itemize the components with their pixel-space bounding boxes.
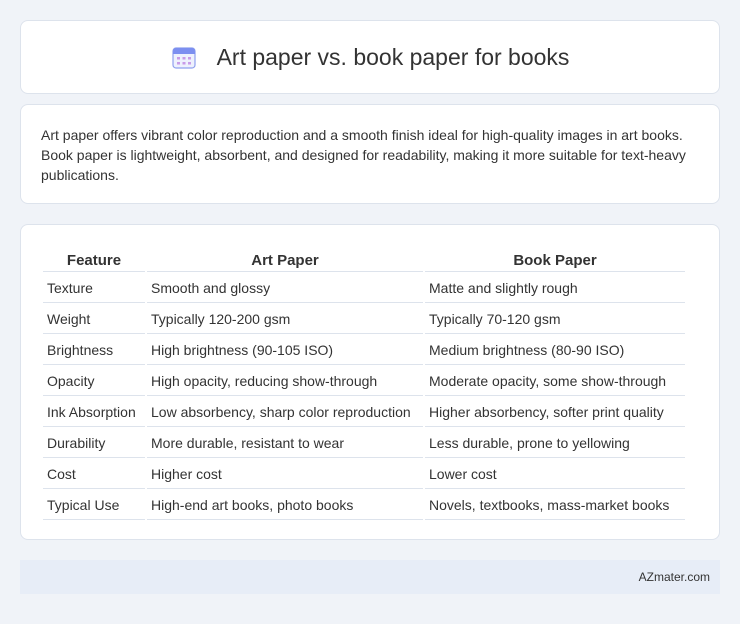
cell-book-paper: Matte and slightly rough: [425, 274, 685, 303]
table-row: Typical Use High-end art books, photo boo…: [43, 491, 685, 520]
cell-feature: Opacity: [43, 367, 145, 396]
column-header-feature: Feature: [43, 249, 145, 272]
footer: AZmater.com: [20, 560, 720, 594]
comparison-card: Feature Art Paper Book Paper Texture Smoo…: [20, 224, 720, 540]
cell-art-paper: High brightness (90-105 ISO): [147, 336, 423, 365]
calendar-icon: [171, 44, 197, 70]
cell-book-paper: Lower cost: [425, 460, 685, 489]
table-row: Durability More durable, resistant to wea…: [43, 429, 685, 458]
cell-art-paper: More durable, resistant to wear: [147, 429, 423, 458]
table-row: Brightness High brightness (90-105 ISO) Me…: [43, 336, 685, 365]
page-title: Art paper vs. book paper for books: [216, 43, 570, 70]
table-row: Weight Typically 120-200 gsm Typically 70-…: [43, 305, 685, 334]
cell-feature: Brightness: [43, 336, 145, 365]
table-row: Ink Absorption Low absorbency, sharp colo…: [43, 398, 685, 427]
table-row: Texture Smooth and glossy Matte and slight…: [43, 274, 685, 303]
table-row: Opacity High opacity, reducing show-throu…: [43, 367, 685, 396]
table-header-row: Feature Art Paper Book Paper: [43, 249, 685, 272]
cell-feature: Cost: [43, 460, 145, 489]
cell-art-paper: Low absorbency, sharp color reproduction: [147, 398, 423, 427]
column-header-art-paper: Art Paper: [147, 249, 423, 272]
column-header-book-paper: Book Paper: [425, 249, 685, 272]
table-row: Cost Higher cost Lower cost: [43, 460, 685, 489]
cell-art-paper: Higher cost: [147, 460, 423, 489]
cell-feature: Ink Absorption: [43, 398, 145, 427]
cell-book-paper: Moderate opacity, some show-through: [425, 367, 685, 396]
cell-feature: Typical Use: [43, 491, 145, 520]
cell-feature: Texture: [43, 274, 145, 303]
cell-book-paper: Less durable, prone to yellowing: [425, 429, 685, 458]
cell-art-paper: High opacity, reducing show-through: [147, 367, 423, 396]
cell-feature: Durability: [43, 429, 145, 458]
cell-book-paper: Higher absorbency, softer print quality: [425, 398, 685, 427]
cell-art-paper: Smooth and glossy: [147, 274, 423, 303]
cell-art-paper: High-end art books, photo books: [147, 491, 423, 520]
comparison-table: Feature Art Paper Book Paper Texture Smoo…: [41, 247, 687, 522]
cell-book-paper: Typically 70-120 gsm: [425, 305, 685, 334]
cell-feature: Weight: [43, 305, 145, 334]
footer-site-link[interactable]: AZmater.com: [639, 570, 710, 584]
intro-text: Art paper offers vibrant color reproduct…: [41, 127, 686, 183]
cell-art-paper: Typically 120-200 gsm: [147, 305, 423, 334]
intro-card: Art paper offers vibrant color reproduct…: [20, 104, 720, 204]
header-card: Art paper vs. book paper for books: [20, 20, 720, 94]
cell-book-paper: Medium brightness (80-90 ISO): [425, 336, 685, 365]
cell-book-paper: Novels, textbooks, mass-market books: [425, 491, 685, 520]
